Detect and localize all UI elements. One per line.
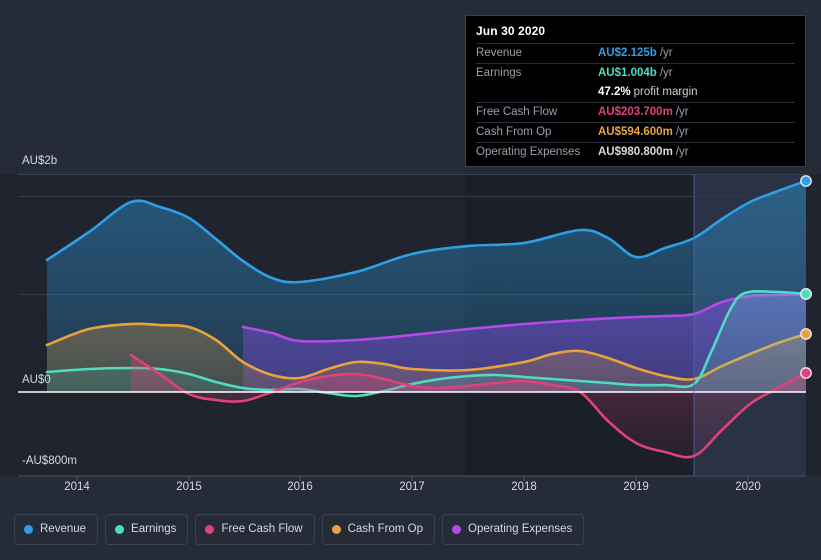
tooltip-date: Jun 30 2020 <box>476 24 546 38</box>
x-axis-label-2015: 2015 <box>176 481 202 493</box>
tooltip-row-unit: /yr <box>659 67 673 79</box>
legend-item-operating-expenses[interactable]: Operating Expenses <box>442 514 585 545</box>
tooltip-row-label: Earnings <box>476 67 522 79</box>
x-axis-label-2014: 2014 <box>64 481 90 493</box>
tooltip-row-label: Cash From Op <box>476 126 552 138</box>
x-axis-label-2018: 2018 <box>511 481 537 493</box>
tooltip-row-unit: profit margin <box>633 86 698 98</box>
endpoint-marker-revenue[interactable] <box>800 175 812 187</box>
x-axis-label-2020: 2020 <box>735 481 761 493</box>
y-axis-label-0: AU$2b <box>22 155 58 167</box>
endpoint-marker-free-cash-flow[interactable] <box>800 367 812 379</box>
legend-dot-icon <box>24 525 33 534</box>
legend-item-free-cash-flow[interactable]: Free Cash Flow <box>195 514 315 545</box>
tooltip-row-profit-margin: 47.2% profit margin <box>476 83 795 102</box>
tooltip-row-unit: /yr <box>675 106 689 118</box>
chart-app-root: AU$2b AU$0 -AU$800m 2014 2015 2016 2017 2018 20… <box>0 0 821 560</box>
data-tooltip: Jun 30 2020 Revenue AU$2.125b/yr Earnings A… <box>465 15 806 167</box>
legend-label: Operating Expenses <box>468 523 573 535</box>
tooltip-row-value: AU$1.004b <box>598 67 657 79</box>
legend-dot-icon <box>452 525 462 534</box>
tooltip-row-label: Operating Expenses <box>476 146 581 158</box>
tooltip-row-free-cash-flow: Free Cash Flow AU$203.700m/yr <box>476 102 795 122</box>
tooltip-row-value: AU$2.125b <box>598 47 657 59</box>
tooltip-row-value: AU$203.700m <box>598 106 673 118</box>
x-axis-label-2016: 2016 <box>287 481 313 493</box>
legend-dot-icon <box>205 525 215 534</box>
tooltip-row-revenue: Revenue AU$2.125b/yr <box>476 43 795 63</box>
legend-dot-icon <box>115 525 125 534</box>
tooltip-row-unit: /yr <box>675 146 689 158</box>
legend-label: Cash From Op <box>347 523 424 535</box>
legend-label: Revenue <box>40 523 87 535</box>
chart-legend[interactable]: Revenue Earnings Free Cash Flow Cash From O… <box>14 514 585 545</box>
tooltip-row-value: 47.2% <box>598 86 631 98</box>
legend-label: Free Cash Flow <box>221 523 303 535</box>
legend-item-cash-from-op[interactable]: Cash From Op <box>321 514 436 545</box>
y-axis-label-1: AU$0 <box>22 374 51 386</box>
tooltip-row-unit: /yr <box>659 47 673 59</box>
legend-item-earnings[interactable]: Earnings <box>105 514 189 545</box>
legend-item-revenue[interactable]: Revenue <box>14 514 99 545</box>
legend-label: Earnings <box>131 523 177 535</box>
x-axis-label-2019: 2019 <box>623 481 649 493</box>
tooltip-row-value: AU$594.600m <box>598 126 673 138</box>
tooltip-row-operating-expenses: Operating Expenses AU$980.800m/yr <box>476 142 795 162</box>
tooltip-row-label: Free Cash Flow <box>476 106 558 118</box>
y-axis-label-2: -AU$800m <box>22 455 77 467</box>
endpoint-marker-earnings[interactable] <box>800 288 812 300</box>
tooltip-row-earnings: Earnings AU$1.004b/yr <box>476 63 795 83</box>
x-axis-label-2017: 2017 <box>399 481 425 493</box>
tooltip-rows: Revenue AU$2.125b/yr Earnings AU$1.004b/yr 4… <box>476 43 795 162</box>
legend-dot-icon <box>331 525 341 534</box>
endpoint-marker-cash-from-op[interactable] <box>800 328 812 340</box>
tooltip-row-label: Revenue <box>476 47 523 59</box>
tooltip-row-cash-from-op: Cash From Op AU$594.600m/yr <box>476 122 795 142</box>
tooltip-row-unit: /yr <box>675 126 689 138</box>
tooltip-row-value: AU$980.800m <box>598 146 673 158</box>
